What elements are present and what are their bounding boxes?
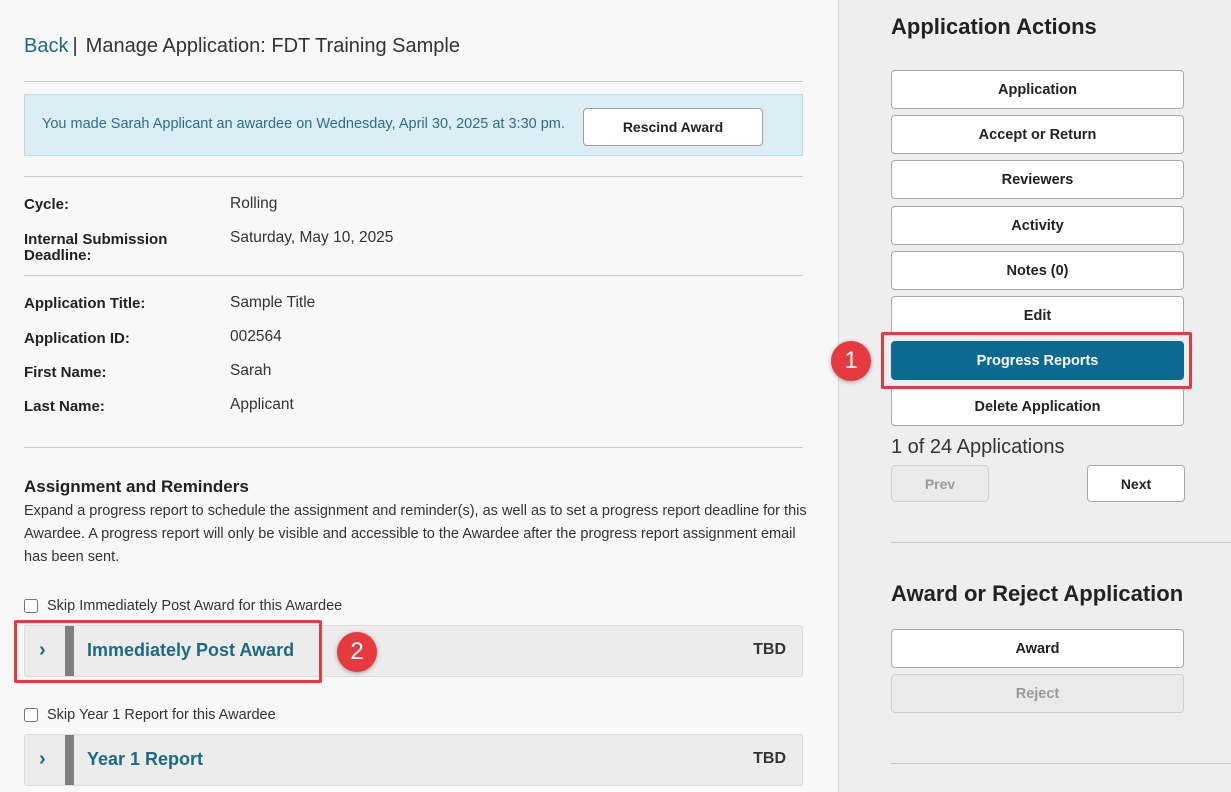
rescind-award-button[interactable]: Rescind Award [583,108,763,146]
delete-application-button[interactable]: Delete Application [891,387,1184,426]
skip-year1-checkbox[interactable] [24,708,38,722]
accept-return-button[interactable]: Accept or Return [891,115,1184,154]
first-name-value: Sarah [230,362,272,379]
divider [24,447,803,448]
skip-post-award-checkbox[interactable] [24,599,38,613]
back-link[interactable]: Back [24,35,68,57]
main-panel: Back | Manage Application: FDT Training Sa… [0,0,838,792]
skip-post-award-row[interactable]: Skip Immediately Post Award for this Awa… [24,598,342,614]
skip-year1-label: Skip Year 1 Report for this Awardee [47,707,276,723]
accordion-year1[interactable]: › Year 1 Report TBD [24,734,803,786]
divider [891,542,1231,543]
actions-title: Application Actions [891,14,1097,39]
app-id-value: 002564 [230,328,282,345]
award-button[interactable]: Award [891,629,1184,668]
divider [24,275,803,276]
header-separator: | [72,35,78,57]
highlight-box [881,332,1192,389]
reject-button[interactable]: Reject [891,674,1184,713]
deadline-value: Saturday, May 10, 2025 [230,229,394,246]
deadline-label: Internal Submission Deadline: [24,231,168,264]
annotation-badge: 2 [337,632,377,672]
page-header: Back | Manage Application: FDT Training Sa… [24,35,460,58]
chevron-right-icon: › [39,748,46,770]
alert-text: You made Sarah Applicant an awardee on W… [42,116,565,132]
first-name-label: First Name: [24,364,107,381]
app-id-label: Application ID: [24,330,130,347]
prev-button[interactable]: Prev [891,465,989,502]
award-title: Award or Reject Application [891,581,1184,606]
assignment-description: Expand a progress report to schedule the… [24,503,807,565]
highlight-box [14,620,322,683]
last-name-value: Applicant [230,396,294,413]
divider [24,176,803,177]
application-button[interactable]: Application [891,70,1184,109]
accordion-status: TBD [753,641,786,658]
reviewers-button[interactable]: Reviewers [891,160,1184,199]
accordion-bar [65,735,74,785]
cycle-label: Cycle: [24,196,70,213]
accordion-status: TBD [753,750,786,767]
page-title: Manage Application: FDT Training Sample [85,35,460,57]
application-count: 1 of 24 Applications [891,436,1065,458]
notes-button[interactable]: Notes (0) [891,251,1184,290]
divider [891,763,1231,764]
annotation-badge: 1 [831,341,871,381]
assignment-title: Assignment and Reminders [24,477,249,496]
cycle-value: Rolling [230,195,278,212]
activity-button[interactable]: Activity [891,206,1184,245]
divider [24,81,803,82]
next-button[interactable]: Next [1087,465,1185,502]
sidebar: Application Actions Application Accept o… [831,0,1231,792]
edit-button[interactable]: Edit [891,296,1184,335]
skip-post-award-label: Skip Immediately Post Award for this Awa… [47,598,343,614]
last-name-label: Last Name: [24,398,105,415]
award-alert: You made Sarah Applicant an awardee on W… [24,94,803,156]
app-title-label: Application Title: [24,295,146,312]
skip-year1-row[interactable]: Skip Year 1 Report for this Awardee [24,707,276,723]
app-title-value: Sample Title [230,294,316,311]
accordion-title: Year 1 Report [87,749,204,769]
